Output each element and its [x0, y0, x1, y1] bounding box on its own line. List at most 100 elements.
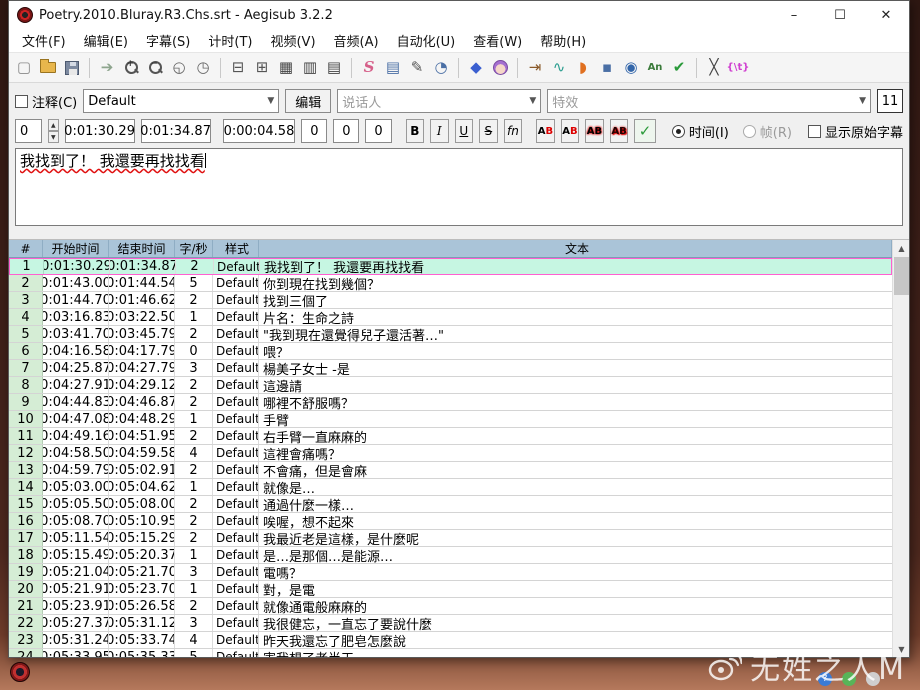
subtitle-row-24[interactable]: 240:05:33.950:05:35.335Default害我想了老半天	[9, 649, 892, 657]
menu-item[interactable]: 字幕(S)	[137, 28, 199, 53]
open-subtitles-icon[interactable]	[37, 57, 59, 79]
subtitle-row-22[interactable]: 220:05:27.370:05:31.123Default我很健忘，一直忘了要…	[9, 615, 892, 632]
style-select[interactable]: Default ▼	[83, 89, 279, 113]
timing-postprocessor-icon[interactable]: ◉	[620, 57, 642, 79]
margin-right-input[interactable]: 0	[333, 119, 359, 143]
menu-item[interactable]: 文件(F)	[13, 28, 75, 53]
subtitle-row-18[interactable]: 180:05:15.490:05:20.371Default是…是那個…是能源…	[9, 547, 892, 564]
resample-resolution-icon[interactable]: ▪	[596, 57, 618, 79]
show-original-checkbox-box[interactable]	[808, 125, 821, 138]
save-subtitles-icon[interactable]	[61, 57, 83, 79]
subtitle-row-2[interactable]: 20:01:43.000:01:44.545Default你到現在找到幾個？	[9, 275, 892, 292]
menu-item[interactable]: 视频(V)	[261, 28, 324, 53]
menu-item[interactable]: 帮助(H)	[531, 28, 595, 53]
edit-style-button[interactable]: 编辑	[285, 89, 331, 113]
jump-video-icon[interactable]: ⇥	[524, 57, 546, 79]
subtitle-row-19[interactable]: 190:05:21.040:05:21.703Default電嗎？	[9, 564, 892, 581]
automation-macros-icon[interactable]: ╳	[703, 57, 725, 79]
commit-button[interactable]: ✓	[634, 119, 656, 143]
new-subtitles-icon[interactable]: ▢	[13, 57, 35, 79]
actor-combobox[interactable]: 说话人 ▼	[337, 89, 541, 113]
subtitle-row-11[interactable]: 110:04:49.160:04:51.952Default右手臂一直麻麻的	[9, 428, 892, 445]
automation-face-icon[interactable]	[489, 57, 511, 79]
maximize-button[interactable]: ☐	[817, 1, 863, 29]
minimize-button[interactable]: –	[771, 1, 817, 29]
layer-spinner[interactable]: ▲▼	[48, 119, 59, 143]
shift-times-icon[interactable]: ◔	[430, 57, 452, 79]
snap-to-scene-icon[interactable]: ▦	[275, 57, 297, 79]
underline-button[interactable]: U	[455, 119, 474, 143]
close-button[interactable]: ✕	[863, 1, 909, 29]
scroll-up-arrow-icon[interactable]: ▲	[893, 240, 909, 256]
styling-assistant-icon[interactable]: {\t}	[727, 57, 749, 79]
menu-item[interactable]: 查看(W)	[464, 28, 531, 53]
end-time-input[interactable]: 0:01:34.87	[141, 119, 211, 143]
snap-start-to-video-icon[interactable]: ⊟	[227, 57, 249, 79]
subtitle-row-20[interactable]: 200:05:21.910:05:23.701Default對，是電	[9, 581, 892, 598]
spell-checker-icon[interactable]: ✔	[668, 57, 690, 79]
menu-item[interactable]: 编辑(E)	[75, 28, 137, 53]
subtitle-row-1[interactable]: 10:01:30.290:01:34.872Default我找到了！ 我還要再找…	[9, 258, 892, 275]
subtitle-row-7[interactable]: 70:04:25.870:04:27.793Default楊美子女士 -是	[9, 360, 892, 377]
subtitle-row-16[interactable]: 160:05:08.700:05:10.952Default唉喔，想不起來	[9, 513, 892, 530]
attachments-icon[interactable]: ✎	[406, 57, 428, 79]
subtitle-text-editor[interactable]: 我找到了！ 我還要再找找看	[15, 148, 903, 226]
layer-input[interactable]: 0	[15, 119, 42, 143]
shadow-color-button[interactable]: AB	[610, 119, 629, 143]
menu-item[interactable]: 计时(T)	[199, 28, 261, 53]
shift-start-to-video-icon[interactable]: ◵	[168, 57, 190, 79]
secondary-color-button[interactable]: AB	[561, 119, 580, 143]
outline-color-button[interactable]: AB	[585, 119, 604, 143]
styles-manager-icon[interactable]: S	[358, 57, 380, 79]
select-lines-icon[interactable]: ◆	[465, 57, 487, 79]
scroll-down-arrow-icon[interactable]: ▼	[893, 641, 909, 657]
strikeout-button[interactable]: S	[479, 119, 498, 143]
tray-misc-icon[interactable]	[866, 672, 880, 686]
subtitle-row-23[interactable]: 230:05:31.240:05:33.744Default昨天我還忘了肥皂怎麼…	[9, 632, 892, 649]
menu-item[interactable]: 自动化(U)	[388, 28, 465, 53]
tray-qq-icon[interactable]: ?	[818, 672, 832, 686]
zoom-in-icon[interactable]: +	[120, 57, 142, 79]
jump-to-icon[interactable]: ➔	[96, 57, 118, 79]
start-time-input[interactable]: 0:01:30.29	[65, 119, 135, 143]
subtitle-row-13[interactable]: 130:04:59.790:05:02.912Default不會痛，但是會麻	[9, 462, 892, 479]
frame-mode-radio[interactable]: 帧(R)	[743, 122, 792, 141]
margin-left-input[interactable]: 0	[301, 119, 327, 143]
margin-vertical-input[interactable]: 0	[365, 119, 391, 143]
zoom-out-icon[interactable]: −	[144, 57, 166, 79]
subtitle-row-15[interactable]: 150:05:05.500:05:08.002Default通過什麼一樣…	[9, 496, 892, 513]
subtitle-row-21[interactable]: 210:05:23.910:05:26.582Default就像通電般麻麻的	[9, 598, 892, 615]
comment-checkbox[interactable]: 注释(C)	[15, 92, 77, 111]
subtitle-row-17[interactable]: 170:05:11.540:05:15.292Default我最近老是這樣，是什…	[9, 530, 892, 547]
subtitle-row-9[interactable]: 90:04:44.830:04:46.872Default哪裡不舒服嗎？	[9, 394, 892, 411]
bold-button[interactable]: B	[406, 119, 425, 143]
effect-combobox[interactable]: 特效 ▼	[547, 89, 871, 113]
subtitle-row-4[interactable]: 40:03:16.830:03:22.501Default片名：生命之詩	[9, 309, 892, 326]
shift-end-to-video-icon[interactable]: ◷	[192, 57, 214, 79]
subtitle-row-3[interactable]: 30:01:44.700:01:46.622Default找到三個了	[9, 292, 892, 309]
translation-assistant-icon[interactable]: An	[644, 57, 666, 79]
menu-item[interactable]: 音频(A)	[325, 28, 388, 53]
grid-scrollbar[interactable]: ▲ ▼	[892, 240, 909, 657]
audio-waveform-icon[interactable]: ∿	[548, 57, 570, 79]
primary-color-button[interactable]: AB	[536, 119, 555, 143]
properties-icon[interactable]: ▤	[382, 57, 404, 79]
sort-lines-icon[interactable]: ▤	[323, 57, 345, 79]
subtitle-row-12[interactable]: 120:04:58.500:04:59.584Default這裡會痛嗎？	[9, 445, 892, 462]
snap-end-to-video-icon[interactable]: ⊞	[251, 57, 273, 79]
kanji-timer-icon[interactable]: ◗	[572, 57, 594, 79]
scrollbar-thumb[interactable]	[894, 257, 909, 295]
tray-wechat-icon[interactable]	[842, 672, 856, 686]
subtitle-row-6[interactable]: 60:04:16.580:04:17.790Default喂？	[9, 343, 892, 360]
duration-input[interactable]: 0:00:04.58	[223, 119, 296, 143]
time-mode-radio[interactable]: 时间(I)	[672, 122, 729, 141]
comment-checkbox-box[interactable]	[15, 95, 28, 108]
show-original-checkbox[interactable]: 显示原始字幕	[808, 122, 903, 141]
subtitle-row-8[interactable]: 80:04:27.910:04:29.122Default這邊請	[9, 377, 892, 394]
shift-to-frame-icon[interactable]: ▥	[299, 57, 321, 79]
aegisub-desktop-icon[interactable]	[10, 662, 30, 682]
italic-button[interactable]: I	[430, 119, 449, 143]
font-button[interactable]: fn	[504, 119, 523, 143]
subtitle-row-5[interactable]: 50:03:41.700:03:45.792Default"我到現在還覺得兒子還…	[9, 326, 892, 343]
subtitle-row-14[interactable]: 140:05:03.000:05:04.621Default就像是…	[9, 479, 892, 496]
